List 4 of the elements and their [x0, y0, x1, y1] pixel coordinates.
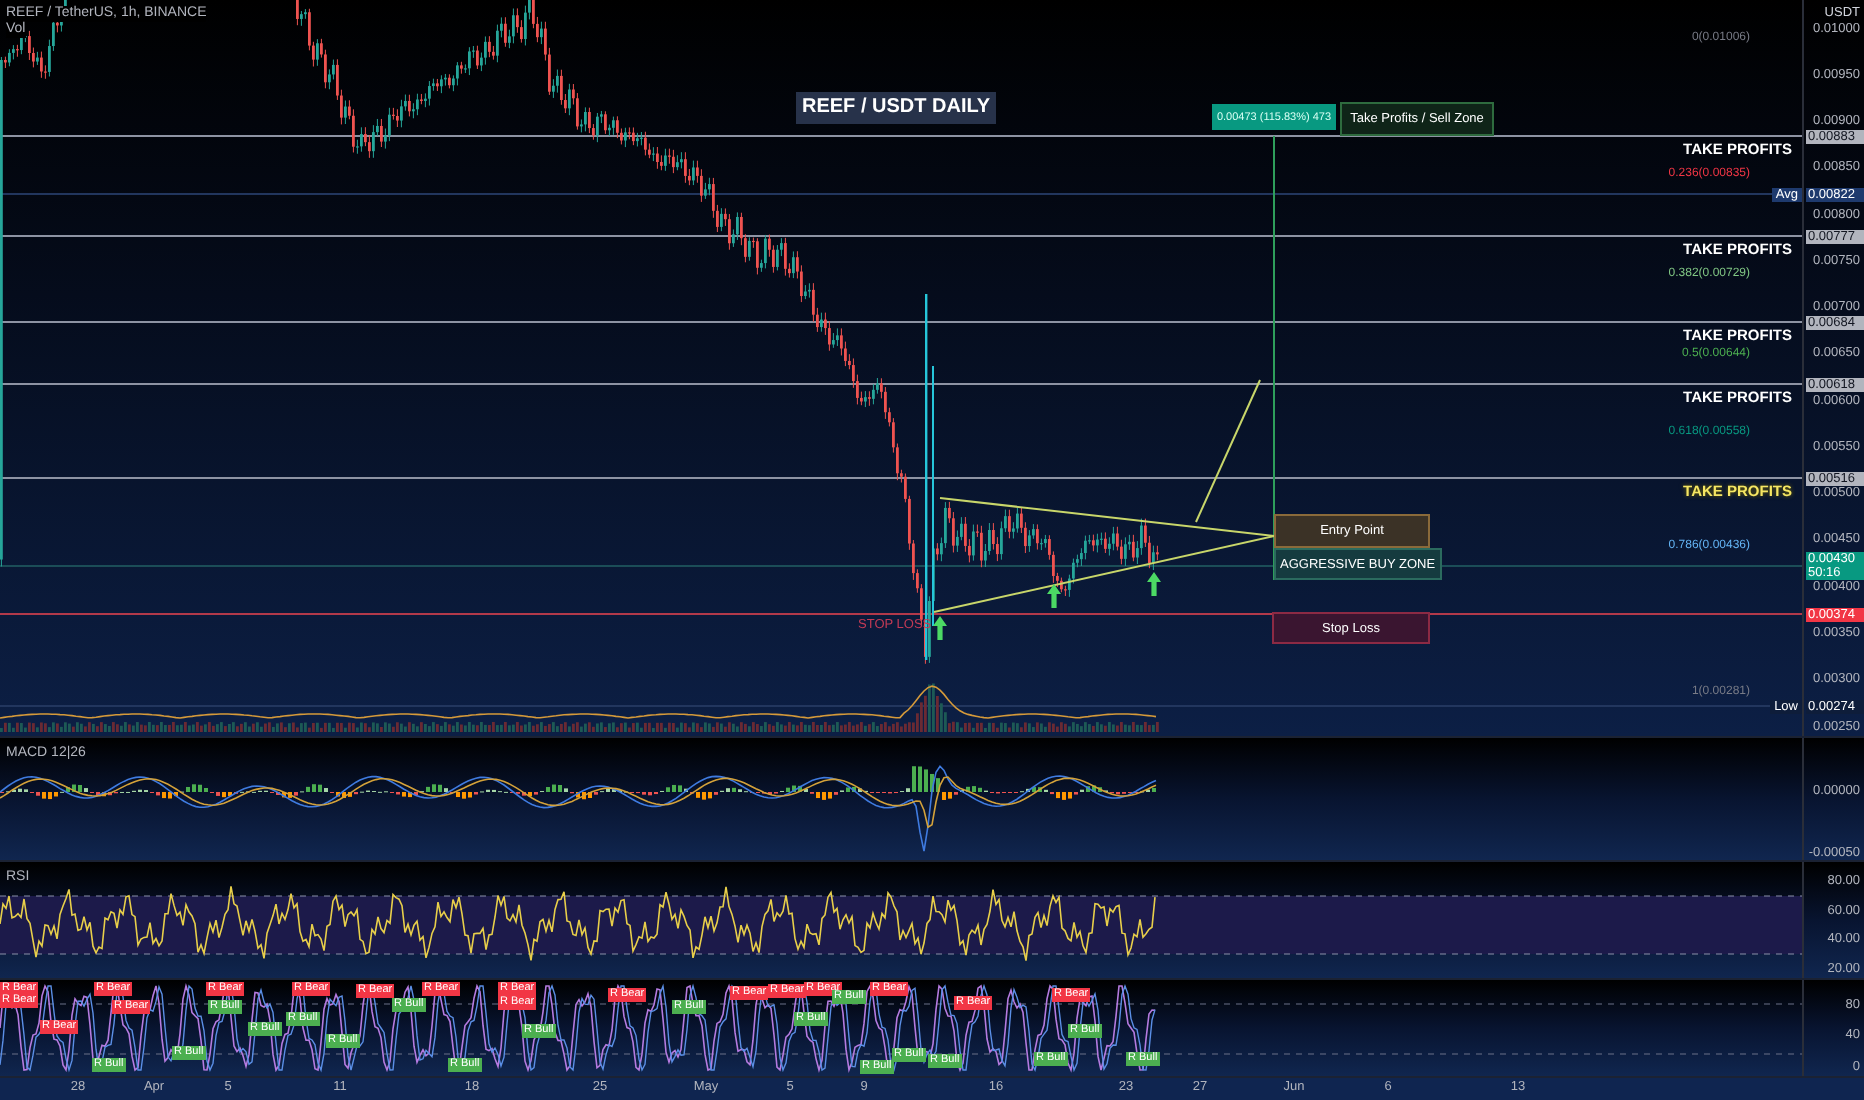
chart-title: REEF / USDT DAILY — [796, 92, 997, 124]
up-arrow-icon — [933, 616, 947, 640]
up-arrow-icon — [1047, 584, 1061, 608]
up-arrow-icon — [1147, 572, 1161, 596]
